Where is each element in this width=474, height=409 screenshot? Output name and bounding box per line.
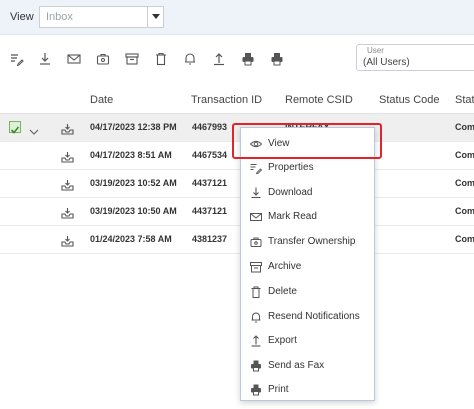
- row-status: Com: [455, 206, 474, 216]
- menu-item-label: Transfer Ownership: [268, 236, 356, 247]
- user-filter-label: User: [367, 46, 384, 55]
- view-label: View: [10, 11, 34, 23]
- row-transaction-id: 4437121: [192, 178, 228, 188]
- print-icon[interactable]: [270, 52, 284, 66]
- menu-item-archive[interactable]: Archive: [241, 255, 374, 279]
- export-icon: [250, 334, 262, 347]
- download-icon[interactable]: [38, 52, 52, 66]
- view-select-value: Inbox: [46, 11, 73, 23]
- menu-item-transfer-ownership[interactable]: Transfer Ownership: [241, 230, 374, 254]
- grid-header: Date Transaction ID Remote CSID Status C…: [0, 86, 474, 114]
- row-date: 01/24/2023 7:58 AM: [90, 234, 172, 244]
- menu-item-label: Resend Notifications: [268, 311, 360, 322]
- column-header-status-code[interactable]: Status Code: [379, 94, 440, 106]
- row-transaction-id: 4467993: [192, 122, 228, 132]
- properties-icon[interactable]: [10, 52, 24, 66]
- user-filter-value: (All Users): [363, 57, 410, 68]
- row-transaction-id: 4381237: [192, 234, 228, 244]
- menu-item-delete[interactable]: Delete: [241, 280, 374, 304]
- menu-item-print[interactable]: Print: [241, 378, 374, 402]
- column-header-date[interactable]: Date: [90, 94, 113, 106]
- row-status: Com: [455, 122, 474, 132]
- transfer-icon[interactable]: [96, 52, 110, 66]
- context-menu: View Properties Download Mark Read Trans…: [240, 127, 375, 401]
- menu-item-properties[interactable]: Properties: [241, 156, 374, 180]
- notification-icon[interactable]: [183, 52, 197, 66]
- archive-icon: [250, 260, 262, 273]
- fax-icon[interactable]: [241, 52, 255, 66]
- menu-item-download[interactable]: Download: [241, 181, 374, 205]
- expand-chevron[interactable]: [29, 123, 39, 141]
- menu-item-label: Send as Fax: [268, 360, 325, 371]
- mail-icon[interactable]: [67, 52, 81, 66]
- table-row[interactable]: 01/24/2023 7:58 AM 4381237 Com: [0, 226, 474, 254]
- inbox-tray-icon: [61, 206, 74, 224]
- row-status: Com: [455, 234, 474, 244]
- table-row[interactable]: 03/19/2023 10:50 AM 4437121 Com: [0, 198, 474, 226]
- menu-item-export[interactable]: Export: [241, 329, 374, 353]
- view-select[interactable]: Inbox: [39, 6, 164, 28]
- menu-item-label: Properties: [268, 162, 314, 173]
- row-transaction-id: 4467534: [192, 150, 228, 160]
- chevron-down-icon: [152, 14, 160, 19]
- menu-item-label: Download: [268, 187, 313, 198]
- export-icon[interactable]: [212, 52, 226, 66]
- menu-item-label: Export: [268, 335, 297, 346]
- inbox-tray-icon: [61, 122, 74, 140]
- column-header-transaction-id[interactable]: Transaction ID: [191, 94, 262, 106]
- delete-icon[interactable]: [154, 52, 168, 66]
- table-row[interactable]: 03/19/2023 10:52 AM 4437121 Com: [0, 170, 474, 198]
- user-filter[interactable]: User (All Users): [356, 44, 474, 71]
- column-header-status[interactable]: Statu: [455, 94, 474, 106]
- properties-icon: [250, 161, 263, 175]
- view-filter-bar: View Inbox: [0, 0, 474, 35]
- row-date: 04/17/2023 8:51 AM: [90, 150, 172, 160]
- menu-item-resend-notifications[interactable]: Resend Notifications: [241, 305, 374, 329]
- row-date: 03/19/2023 10:50 AM: [90, 206, 177, 216]
- menu-item-label: Mark Read: [268, 211, 317, 222]
- row-checkbox[interactable]: [9, 121, 21, 134]
- row-status: Com: [455, 150, 474, 160]
- delete-icon: [250, 285, 262, 298]
- view-select-dropdown-button[interactable]: [147, 7, 163, 27]
- inbox-tray-icon: [61, 178, 74, 196]
- menu-item-mark-read[interactable]: Mark Read: [241, 205, 374, 229]
- fax-icon: [250, 359, 262, 372]
- chevron-down-icon: [29, 129, 39, 135]
- archive-icon[interactable]: [125, 52, 139, 66]
- mail-icon: [250, 210, 262, 222]
- check-icon: [10, 126, 20, 134]
- row-status: Com: [455, 178, 474, 188]
- row-date: 03/19/2023 10:52 AM: [90, 178, 177, 188]
- print-icon: [250, 383, 262, 396]
- menu-item-label: Print: [268, 384, 289, 395]
- column-header-remote-csid[interactable]: Remote CSID: [285, 94, 353, 106]
- download-icon: [250, 186, 262, 199]
- inbox-tray-icon: [61, 234, 74, 252]
- row-date: 04/17/2023 12:38 PM: [90, 122, 177, 132]
- inbox-tray-icon: [61, 150, 74, 168]
- transfer-icon: [250, 235, 262, 247]
- row-transaction-id: 4437121: [192, 206, 228, 216]
- menu-item-label: Delete: [268, 286, 297, 297]
- notification-icon: [250, 310, 262, 323]
- highlight-box: [232, 123, 382, 159]
- menu-item-send-as-fax[interactable]: Send as Fax: [241, 354, 374, 378]
- menu-item-label: Archive: [268, 261, 302, 272]
